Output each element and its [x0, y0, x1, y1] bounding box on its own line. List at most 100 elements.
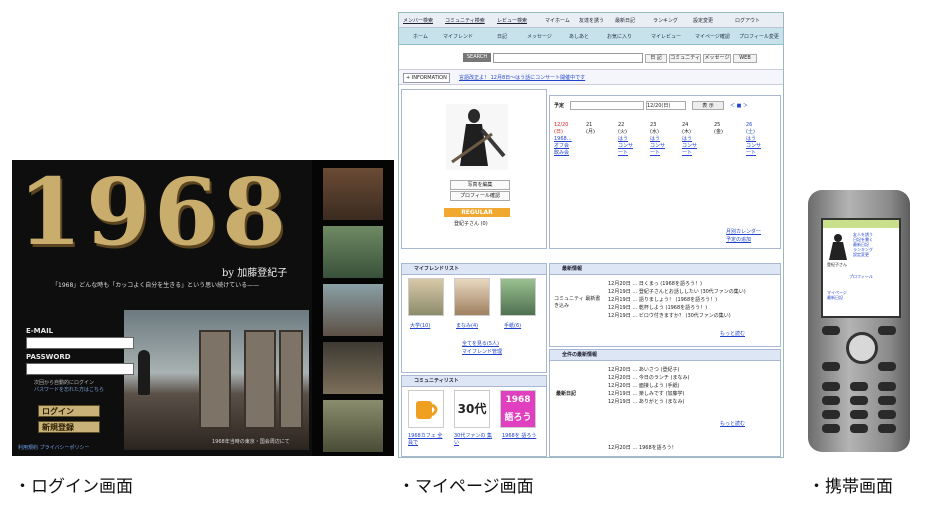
phone-key[interactable]: [822, 396, 840, 405]
top-menu-bar: メンバー検索 コミュニティ検索 レビュー検索 マイホーム 友達を誘う 最新日記 …: [399, 13, 783, 28]
register-button[interactable]: 新規登録: [38, 421, 100, 433]
film-frame-person: [323, 226, 383, 278]
nav-home[interactable]: ホーム: [413, 33, 428, 40]
nav-messages[interactable]: メッセージ: [527, 33, 552, 40]
community-name[interactable]: 1968カフェ 全員で: [408, 432, 446, 446]
review-search-link[interactable]: レビュー検索: [497, 17, 527, 24]
phone-screen: 友人を誘う 日記を書く 最新日記 ランキング 設定変更 登紀子さん プロフィール マイペ…: [821, 218, 901, 318]
phone-key[interactable]: [878, 396, 896, 405]
search-option-web[interactable]: WEB: [733, 54, 757, 63]
calendar-day: 12/20 (日) 1968… オフ会 飲み会: [554, 122, 572, 156]
nav-mypage-confirm[interactable]: マイページ確認: [695, 33, 730, 40]
profile-confirm-button[interactable]: プロフィール確認: [450, 191, 510, 201]
diary-line[interactable]: 12月19日 … ありがとう (まなみ): [608, 398, 684, 405]
nav-my-reviews[interactable]: マイレビュー: [651, 33, 681, 40]
community-30s-tile[interactable]: 30代: [454, 390, 490, 428]
information-link[interactable]: 言語改正よ！ 12月8日〜はう話にコンサート開催中です: [459, 74, 585, 81]
schedule-nav-arrows[interactable]: ＜ ■ ＞: [730, 102, 748, 109]
read-more-link[interactable]: もっと読む: [720, 330, 745, 337]
forgot-password-link[interactable]: パスワードを忘れた方はこちら: [34, 386, 104, 393]
phone-right-soft-key[interactable]: [878, 326, 896, 335]
phone-call-key[interactable]: [822, 362, 840, 371]
phone-key[interactable]: [878, 424, 896, 433]
edit-photo-button[interactable]: 写真を編集: [450, 180, 510, 190]
ruin-pillar: [199, 330, 231, 429]
search-option-diary[interactable]: 日 記: [645, 54, 667, 63]
diary-line[interactable]: 12月20日 … 面接しよう (手紙): [608, 382, 679, 389]
friend-photo[interactable]: [408, 278, 444, 316]
community-search-link[interactable]: コミュニティ検索: [445, 17, 485, 24]
nav-friends[interactable]: マイフレンド: [443, 33, 473, 40]
ranking-link[interactable]: ランキング: [653, 17, 678, 24]
phone-end-key[interactable]: [878, 362, 896, 371]
community-cup-icon[interactable]: [408, 390, 444, 428]
news-line[interactable]: 12月19日 … 語りましょう！ (1968を語ろう！): [608, 296, 717, 303]
search-option-community[interactable]: コミュニティ: [669, 54, 701, 63]
manage-friends-link[interactable]: マイフレンド管理: [462, 348, 502, 355]
mypage-caption: ・マイページ画面: [398, 477, 534, 497]
community-name[interactable]: 30代ファンの 集い: [454, 432, 492, 446]
login-hero-photo: [124, 310, 309, 450]
phone-menu[interactable]: 友人を誘う 日記を書く 最新日記 ランキング 設定変更: [853, 232, 873, 257]
phone-profile-link[interactable]: プロフィール: [849, 274, 873, 280]
community-1968-tile[interactable]: 1968 語ろう: [500, 390, 536, 428]
phone-key[interactable]: [850, 382, 868, 391]
diary-line[interactable]: 12月20日 … あいさつ (登紀子): [608, 366, 679, 373]
schedule-date-select[interactable]: 12/20(日): [646, 101, 686, 110]
phone-bottom-links[interactable]: マイページ 最新日記: [827, 290, 847, 300]
community-name[interactable]: 1968を 語ろう: [502, 432, 540, 439]
nav-footprints[interactable]: あしあと: [569, 33, 589, 40]
friend-name[interactable]: 手紙(6): [504, 322, 521, 329]
monthly-calendar-link[interactable]: 月別カレンダー: [726, 228, 761, 235]
search-button[interactable]: SEARCH: [463, 53, 491, 62]
friend-name[interactable]: まなみ(4): [456, 322, 478, 329]
diary-line[interactable]: 12月20日 … 今日のランチ (まなみ): [608, 374, 689, 381]
information-row: + INFORMATION 言語改正よ！ 12月8日〜はう話にコンサート開催中で…: [399, 69, 783, 85]
diary-line[interactable]: 12月19日 … 楽しみです (加藤学): [608, 390, 684, 397]
search-input[interactable]: [493, 53, 643, 63]
read-more-link[interactable]: もっと読む: [720, 420, 745, 427]
news-line[interactable]: 12月19日 … 乾杯しよう (1968を語ろう！): [608, 304, 707, 311]
phone-left-soft-key[interactable]: [822, 326, 840, 335]
phone-key[interactable]: [822, 410, 840, 419]
footer-links[interactable]: 利用規約 プライバシーポリシー: [18, 444, 90, 451]
nav-diary[interactable]: 日記: [497, 33, 507, 40]
email-field[interactable]: [26, 337, 134, 349]
phone-key[interactable]: [878, 410, 896, 419]
nav-profile-edit[interactable]: プロフィール変更: [739, 33, 779, 40]
search-option-message[interactable]: メッセージ: [703, 54, 731, 63]
phone-key[interactable]: [850, 410, 868, 419]
latest-diary-link[interactable]: 最新日記: [615, 17, 635, 24]
remember-login-checkbox[interactable]: 次回から自動的にログイン: [34, 379, 94, 386]
password-field[interactable]: [26, 363, 134, 375]
news-line[interactable]: 12月20日 … 日くまっ (1968を語ろう！): [608, 280, 702, 287]
my-home-link[interactable]: マイホーム: [545, 17, 570, 24]
person-silhouette: [138, 350, 150, 395]
phone-dpad[interactable]: [846, 332, 878, 364]
friend-photo[interactable]: [454, 278, 490, 316]
friend-photo[interactable]: [500, 278, 536, 316]
invite-friends-link[interactable]: 友達を誘う: [579, 17, 604, 24]
friend-name[interactable]: 大学(10): [410, 322, 430, 329]
phone-key[interactable]: [878, 382, 896, 391]
nav-favorites[interactable]: お気に入り: [607, 33, 632, 40]
phone-key[interactable]: [822, 424, 840, 433]
photo-caption: 1968年当時の東京・国会周辺にて: [212, 439, 290, 445]
settings-link[interactable]: 設定変更: [693, 17, 713, 24]
logout-link[interactable]: ログアウト: [735, 17, 760, 24]
email-label: E-MAIL: [26, 327, 54, 335]
diary-line[interactable]: 12月20日 … 1968を語ろう！: [608, 444, 677, 451]
add-schedule-link[interactable]: 予定の追加: [726, 236, 751, 243]
latest-info-label: コミュニティ 最新書き込み: [554, 296, 601, 309]
phone-key[interactable]: [850, 424, 868, 433]
phone-key[interactable]: [850, 396, 868, 405]
login-button[interactable]: ログイン: [38, 405, 100, 417]
schedule-go-button[interactable]: 表 示: [692, 101, 724, 110]
logo-1968: 1968: [18, 160, 291, 266]
schedule-text-field[interactable]: [570, 101, 644, 110]
news-line[interactable]: 12月19日 … 登紀子さんとお話ししたい (30代ファンの集い): [608, 288, 746, 295]
member-search-link[interactable]: メンバー検索: [403, 17, 433, 24]
phone-key[interactable]: [822, 382, 840, 391]
see-all-friends-link[interactable]: 全てを見る(5人): [462, 340, 499, 347]
news-line[interactable]: 12月19日 … ビロウ付きますか？ (30代ファンの集い): [608, 312, 731, 319]
